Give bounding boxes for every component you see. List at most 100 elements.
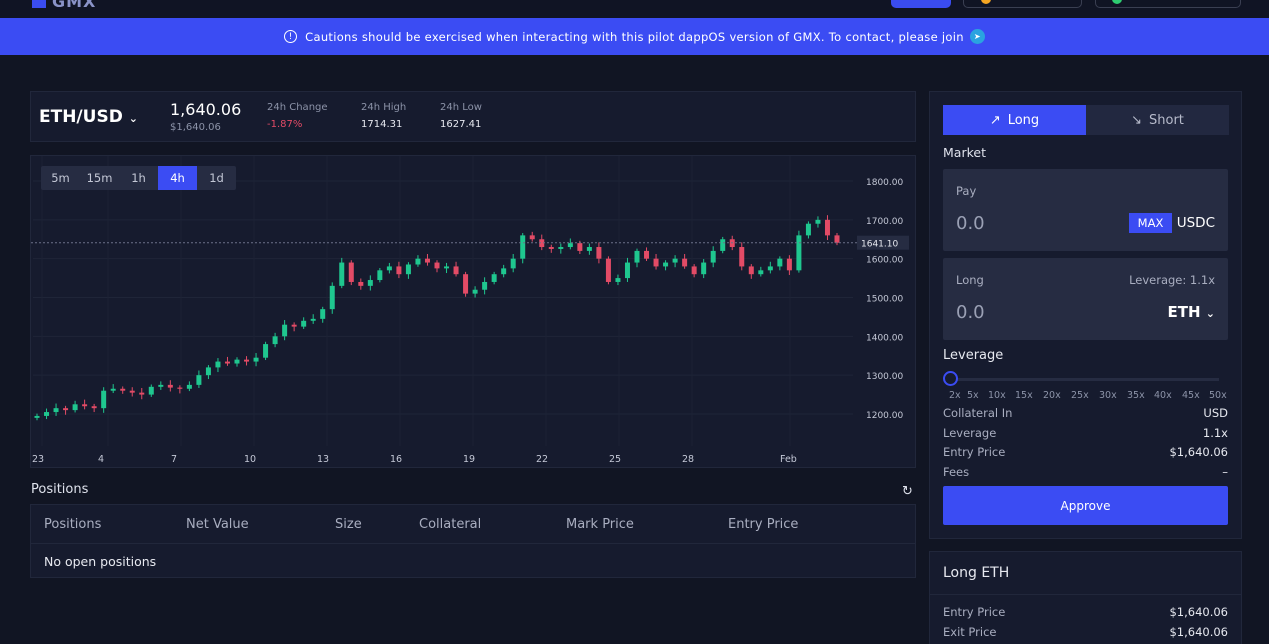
tab-long[interactable]: ↗ Long — [943, 105, 1086, 135]
connect-button[interactable] — [891, 0, 951, 8]
candle-body — [234, 359, 240, 364]
leverage-mark[interactable]: 45x — [1182, 390, 1200, 401]
candle-body — [691, 266, 697, 275]
candle-body — [53, 408, 59, 413]
x-tick-label: 7 — [171, 454, 177, 465]
timeframe-15m[interactable]: 15m — [80, 166, 119, 190]
candle-body — [634, 250, 640, 263]
token-selector[interactable]: ETH ⌄ — [1168, 303, 1216, 321]
leverage-slider-handle[interactable] — [943, 371, 958, 386]
long-box: Long Leverage: 1.1x 0.0 ETH ⌄ — [943, 258, 1228, 340]
top-nav: GMX — [0, 0, 1269, 18]
pay-box: Pay 0.0 MAX USDC — [943, 169, 1228, 251]
leverage-mark[interactable]: 30x — [1099, 390, 1117, 401]
candle-body — [63, 408, 69, 411]
x-tick-label: 22 — [536, 454, 548, 465]
tab-long-label: Long — [1007, 112, 1040, 128]
network-selector[interactable] — [963, 0, 1082, 8]
leverage-mark[interactable]: 2x — [949, 390, 961, 401]
candle-body — [710, 250, 716, 263]
candle-body — [91, 406, 97, 409]
candle-body — [472, 289, 478, 294]
candlestick-chart[interactable]: 1800.00 1700.00 1600.00 1500.00 1400.00 1300.… — [31, 156, 916, 468]
summary-detail-row: Exit Price $1,640.06 — [943, 625, 1228, 639]
leverage-mark[interactable]: 50x — [1209, 390, 1227, 401]
leverage-mark[interactable]: 5x — [967, 390, 979, 401]
price-chart[interactable]: 1800.00 1700.00 1600.00 1500.00 1400.00 1300.… — [30, 155, 916, 468]
x-tick-label: 13 — [317, 454, 329, 465]
leverage-mark[interactable]: 10x — [988, 390, 1006, 401]
leverage-mark[interactable]: 40x — [1154, 390, 1172, 401]
timeframe-5m[interactable]: 5m — [41, 166, 80, 190]
timeframe-1h[interactable]: 1h — [119, 166, 158, 190]
stat-label: 24h Change — [267, 102, 328, 113]
candle-body — [339, 262, 345, 286]
empty-positions-text: No open positions — [44, 554, 157, 569]
timeframe-selector: 5m 15m 1h 4h 1d — [41, 166, 236, 190]
info-icon: ! — [284, 30, 298, 43]
chevron-down-icon: ⌄ — [1205, 307, 1215, 320]
candle-body — [358, 281, 364, 286]
leverage-mark[interactable]: 25x — [1071, 390, 1089, 401]
leverage-slider-track[interactable] — [951, 378, 1219, 381]
app-logo[interactable]: GMX — [32, 0, 96, 11]
divider — [930, 594, 1241, 595]
x-tick-label: Feb — [780, 454, 797, 465]
tab-short[interactable]: ↘ Short — [1086, 105, 1229, 135]
summary-detail-row: Entry Price $1,640.06 — [943, 605, 1228, 619]
candle-body — [805, 223, 811, 236]
long-input[interactable]: 0.0 — [956, 302, 985, 323]
pay-input[interactable]: 0.0 — [956, 213, 985, 234]
candle-body — [767, 266, 773, 271]
candle-body — [348, 262, 354, 282]
leverage-mark[interactable]: 20x — [1043, 390, 1061, 401]
pay-token[interactable]: USDC — [1177, 215, 1215, 231]
leverage-mark[interactable]: 35x — [1127, 390, 1145, 401]
order-type-market[interactable]: Market — [943, 145, 986, 160]
max-button[interactable]: MAX — [1129, 213, 1172, 233]
trend-up-icon: ↗ — [989, 112, 1001, 128]
detail-label: Entry Price — [943, 605, 1006, 619]
candle-body — [263, 344, 269, 358]
candle-body — [558, 247, 564, 249]
candle-body — [653, 258, 659, 267]
approve-button[interactable]: Approve — [943, 486, 1228, 525]
col-mark-price: Mark Price — [566, 517, 634, 532]
timeframe-1d[interactable]: 1d — [197, 166, 236, 190]
candle-body — [720, 239, 726, 251]
long-label: Long — [956, 273, 984, 287]
candle-body — [396, 266, 402, 275]
candle-body — [491, 274, 497, 282]
candle-body — [586, 247, 592, 251]
candle-body — [120, 388, 126, 391]
detail-value: $1,640.06 — [1169, 605, 1228, 619]
app-name: GMX — [52, 0, 97, 11]
telegram-icon[interactable]: ➤ — [969, 29, 985, 44]
positions-title: Positions — [31, 482, 89, 497]
caution-banner: ! Cautions should be exercised when inte… — [0, 18, 1269, 55]
candle-body — [434, 262, 440, 269]
timeframe-4h[interactable]: 4h — [158, 166, 197, 190]
y-tick-label: 1600.00 — [866, 256, 903, 266]
pair-selector[interactable]: ETH/USD ⌄ — [39, 107, 138, 127]
stat-value: 1627.41 — [440, 119, 482, 130]
leverage-mark[interactable]: 15x — [1015, 390, 1033, 401]
detail-value: – — [1222, 464, 1228, 479]
candle-body — [272, 336, 278, 345]
refresh-icon[interactable]: ↻ — [902, 484, 913, 499]
positions-header: Positions Net Value Size Collateral Mark… — [31, 505, 915, 544]
account-icon — [1112, 0, 1122, 4]
candle-body — [796, 235, 802, 271]
account-button[interactable] — [1095, 0, 1241, 8]
stat-24h-low: 24h Low 1627.41 — [440, 102, 482, 130]
banner-text: Cautions should be exercised when intera… — [305, 29, 964, 44]
candle-body — [101, 390, 107, 409]
candle-body — [682, 258, 688, 267]
candle-body — [567, 243, 573, 248]
candle-body — [501, 268, 507, 275]
pair-label: ETH/USD — [39, 107, 123, 127]
candle-body — [186, 384, 192, 389]
stat-value: -1.87% — [267, 119, 303, 130]
candle-body — [34, 415, 40, 418]
detail-label: Entry Price — [943, 445, 1006, 459]
